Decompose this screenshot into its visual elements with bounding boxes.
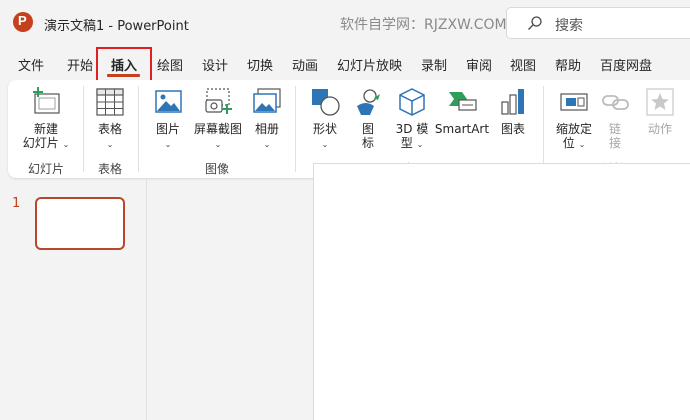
picture-button[interactable]: 图片 ⌄ — [148, 86, 188, 152]
slide-thumbnail[interactable] — [35, 197, 125, 250]
tab-help[interactable]: 帮助 — [555, 55, 581, 74]
new-slide-button[interactable]: 新建 幻灯片 ⌄ — [20, 86, 72, 152]
zoom-button[interactable]: 缩放定 位 ⌄ — [550, 86, 598, 152]
ribbon-separator — [83, 86, 84, 172]
icons-icon — [357, 89, 380, 115]
watermark-text: 软件自学网：RJZXW.COM — [340, 17, 507, 33]
link-button[interactable]: 链 接 — [600, 86, 630, 150]
chevron-down-icon: ⌄ — [578, 140, 586, 149]
slide-canvas[interactable] — [313, 163, 690, 420]
photo-album-icon — [253, 88, 281, 113]
table-button[interactable]: 表格 ⌄ — [90, 86, 130, 152]
smartart-button[interactable]: SmartArt — [434, 86, 490, 136]
new-slide-icon — [33, 87, 60, 114]
tab-slideshow[interactable]: 幻灯片放映 — [337, 55, 402, 74]
chevron-down-icon: ⌄ — [164, 140, 172, 149]
cube-icon — [399, 88, 425, 116]
smartart-icon — [449, 92, 477, 111]
tab-draw[interactable]: 绘图 — [157, 55, 183, 74]
shapes-icon — [312, 89, 340, 116]
search-box[interactable]: 搜索 — [506, 7, 690, 39]
group-label-slides: 幻灯片 — [27, 162, 64, 176]
picture-icon — [155, 90, 182, 113]
tab-design[interactable]: 设计 — [202, 55, 228, 74]
star-action-icon — [646, 88, 674, 116]
tab-review[interactable]: 审阅 — [466, 55, 492, 74]
search-icon — [528, 16, 542, 30]
action-button[interactable]: 动作 — [642, 86, 678, 136]
chevron-down-icon: ⌄ — [106, 140, 114, 149]
chevron-down-icon: ⌄ — [214, 140, 222, 149]
chart-button[interactable]: 图表 — [495, 86, 531, 136]
ribbon-separator — [138, 86, 139, 172]
chevron-down-icon: ⌄ — [62, 140, 70, 149]
link-icon — [602, 95, 629, 110]
group-label-tables: 表格 — [97, 162, 122, 176]
ribbon-separator — [543, 86, 544, 172]
icons-button[interactable]: 图 标 — [350, 86, 386, 150]
slide-thumbnail-number: 1 — [12, 196, 21, 211]
group-label-images: 图像 — [204, 162, 229, 176]
tab-baidu-netdisk[interactable]: 百度网盘 — [600, 55, 652, 74]
tab-file[interactable]: 文件 — [18, 55, 44, 74]
ribbon-separator — [295, 86, 296, 172]
tab-record[interactable]: 录制 — [421, 55, 447, 74]
panel-divider[interactable] — [146, 180, 147, 420]
tab-home[interactable]: 开始 — [67, 55, 93, 74]
3d-model-button[interactable]: 3D 模 型 ⌄ — [390, 86, 434, 152]
chevron-down-icon: ⌄ — [263, 140, 271, 149]
screenshot-button[interactable]: 屏幕截图 ⌄ — [190, 86, 246, 152]
annotation-highlight-box — [96, 47, 152, 82]
chevron-down-icon: ⌄ — [416, 140, 424, 149]
search-placeholder: 搜索 — [555, 18, 583, 34]
document-title: 演示文稿1 - PowerPoint — [44, 19, 189, 34]
powerpoint-logo-icon — [13, 12, 33, 32]
tab-transitions[interactable]: 切换 — [247, 55, 273, 74]
screenshot-icon — [205, 88, 232, 114]
tab-animations[interactable]: 动画 — [292, 55, 318, 74]
table-icon — [96, 88, 124, 116]
zoom-icon — [560, 93, 588, 111]
bar-chart-icon — [501, 89, 524, 115]
tab-view[interactable]: 视图 — [510, 55, 536, 74]
title-bar: 演示文稿1 - PowerPoint 软件自学网：RJZXW.COM 搜索 — [0, 0, 690, 46]
chevron-down-icon: ⌄ — [321, 140, 329, 149]
shapes-button[interactable]: 形状 ⌄ — [305, 86, 345, 152]
photo-album-button[interactable]: 相册 ⌄ — [248, 86, 286, 152]
